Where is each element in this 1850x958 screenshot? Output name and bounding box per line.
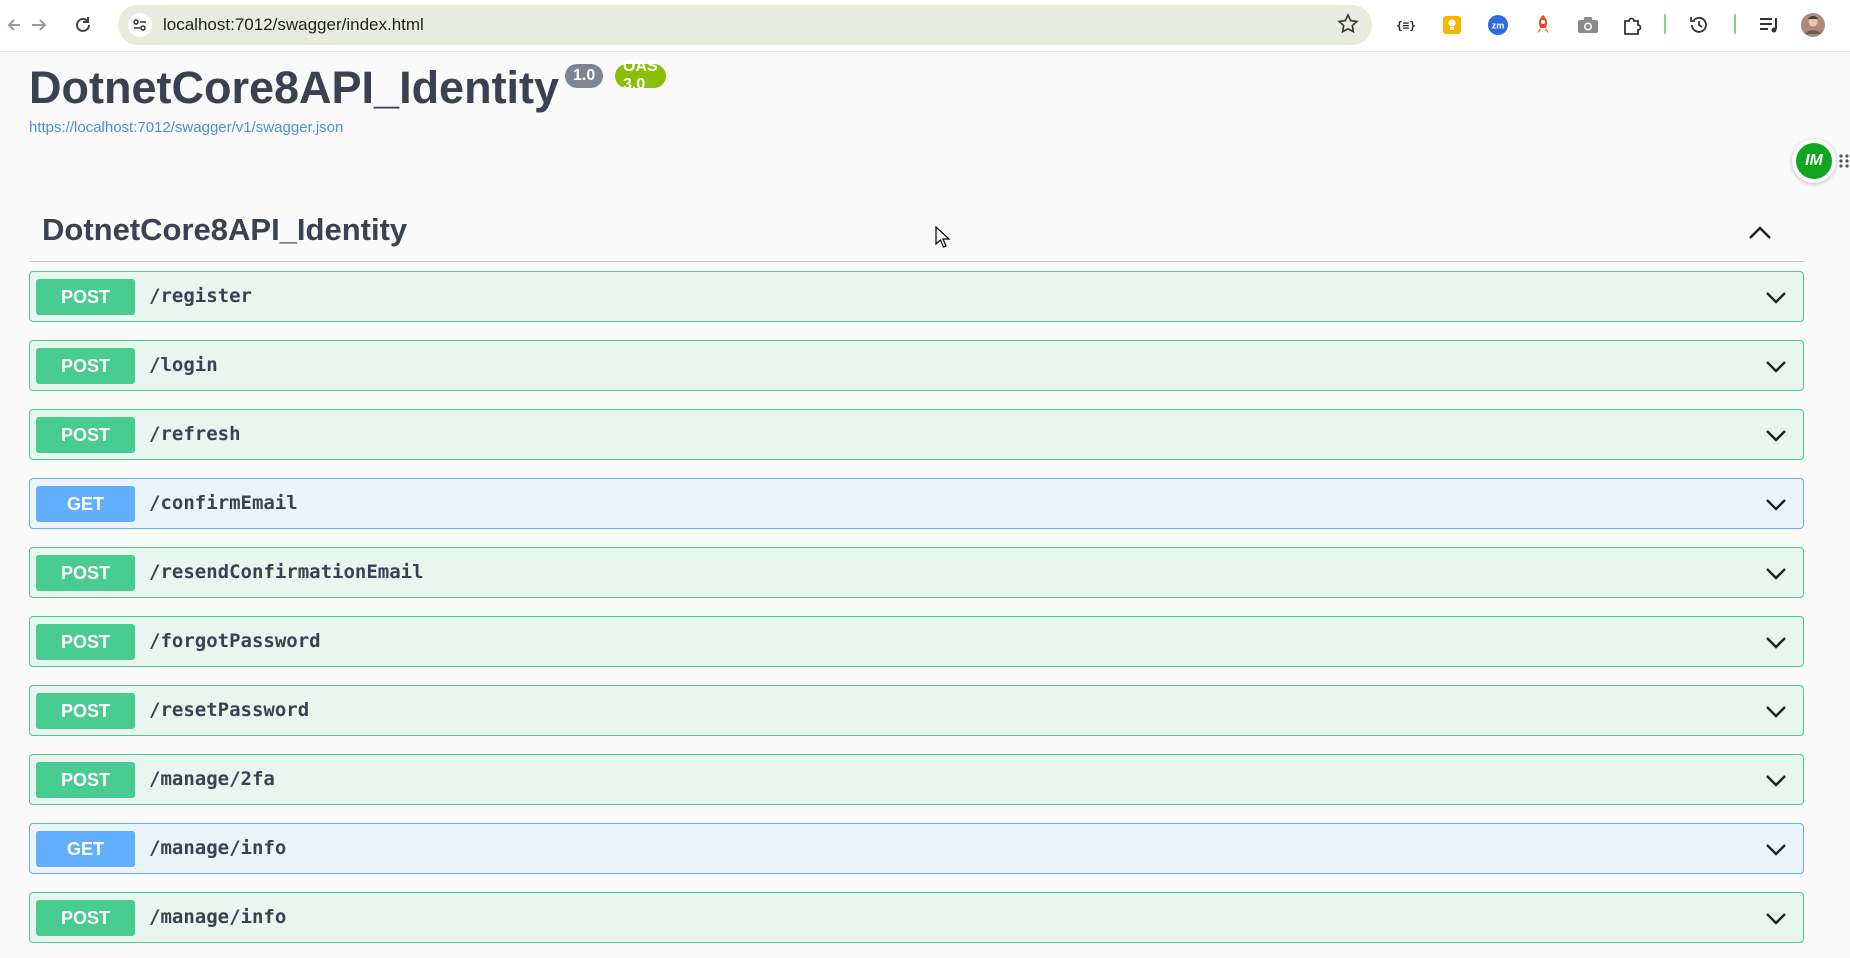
chevron-down-icon[interactable] bbox=[1763, 353, 1789, 379]
chevron-down-icon[interactable] bbox=[1763, 836, 1789, 862]
bookmark-star-icon[interactable] bbox=[1336, 12, 1360, 36]
chevron-down-icon[interactable] bbox=[1763, 491, 1789, 517]
chevron-down-icon[interactable] bbox=[1763, 284, 1789, 310]
operation-path: /forgotPassword bbox=[149, 630, 321, 652]
method-badge: POST bbox=[36, 762, 135, 798]
operation-path: /manage/2fa bbox=[149, 768, 275, 790]
operation-row[interactable]: POST/login bbox=[29, 340, 1804, 391]
operation-path: /refresh bbox=[149, 423, 241, 445]
method-badge: POST bbox=[36, 900, 135, 936]
method-badge: POST bbox=[36, 417, 135, 453]
chevron-down-icon[interactable] bbox=[1763, 560, 1789, 586]
chevron-down-icon[interactable] bbox=[1763, 698, 1789, 724]
method-badge: POST bbox=[36, 624, 135, 660]
operation-row[interactable]: POST/forgotPassword bbox=[29, 616, 1804, 667]
chevron-down-icon[interactable] bbox=[1763, 629, 1789, 655]
history-icon[interactable] bbox=[1686, 12, 1712, 38]
method-badge: POST bbox=[36, 279, 135, 315]
back-icon[interactable] bbox=[0, 12, 26, 38]
method-badge: GET bbox=[36, 831, 135, 867]
operation-path: /resetPassword bbox=[149, 699, 310, 721]
method-badge: GET bbox=[36, 486, 135, 522]
address-bar[interactable]: localhost:7012/swagger/index.html bbox=[118, 5, 1372, 45]
assistant-logo-icon: IM bbox=[1796, 143, 1832, 179]
toolbar-separator bbox=[1664, 14, 1666, 34]
operation-path: /resendConfirmationEmail bbox=[149, 561, 424, 583]
method-badge: POST bbox=[36, 555, 135, 591]
mouse-cursor-icon bbox=[935, 225, 951, 248]
version-badge: 1.0 bbox=[565, 64, 604, 88]
drag-handle-icon[interactable] bbox=[1838, 152, 1850, 170]
page-title: DotnetCore8API_Identity bbox=[29, 62, 560, 113]
operation-row[interactable]: POST/resetPassword bbox=[29, 685, 1804, 736]
floating-assistant-button[interactable]: IM bbox=[1792, 139, 1836, 183]
browser-toolbar: localhost:7012/swagger/index.html {≡} zm bbox=[0, 0, 1850, 52]
puzzle-extensions-icon[interactable] bbox=[1620, 12, 1646, 38]
api-info: DotnetCore8API_Identity 1.0 OAS 3.0 bbox=[29, 58, 666, 116]
svg-text:zm: zm bbox=[1492, 21, 1505, 31]
avatar[interactable] bbox=[1800, 12, 1826, 38]
chevron-up-icon[interactable] bbox=[1746, 219, 1774, 247]
url-text[interactable]: localhost:7012/swagger/index.html bbox=[163, 15, 424, 35]
site-info-icon[interactable] bbox=[128, 13, 152, 37]
reading-list-icon[interactable] bbox=[1756, 12, 1782, 38]
rocket-extension-icon[interactable] bbox=[1530, 12, 1556, 38]
reload-icon[interactable] bbox=[70, 12, 96, 38]
chevron-down-icon[interactable] bbox=[1763, 767, 1789, 793]
method-badge: POST bbox=[36, 348, 135, 384]
operation-row[interactable]: POST/register bbox=[29, 271, 1804, 322]
tag-title: DotnetCore8API_Identity bbox=[42, 212, 408, 247]
operation-row[interactable]: POST/manage/2fa bbox=[29, 754, 1804, 805]
method-badge: POST bbox=[36, 693, 135, 729]
operation-row[interactable]: POST/manage/info bbox=[29, 892, 1804, 943]
operation-row[interactable]: POST/refresh bbox=[29, 409, 1804, 460]
operation-row[interactable]: POST/resendConfirmationEmail bbox=[29, 547, 1804, 598]
operation-path: /register bbox=[149, 285, 252, 307]
operation-path: /login bbox=[149, 354, 218, 376]
toolbar-separator bbox=[1734, 14, 1736, 34]
chevron-down-icon[interactable] bbox=[1763, 422, 1789, 448]
operation-row[interactable]: GET/manage/info bbox=[29, 823, 1804, 874]
camera-icon[interactable] bbox=[1575, 12, 1601, 38]
oas-badge: OAS 3.0 bbox=[615, 58, 666, 93]
operation-row[interactable]: GET/confirmEmail bbox=[29, 478, 1804, 529]
chevron-down-icon[interactable] bbox=[1763, 905, 1789, 931]
zoom-icon[interactable]: zm bbox=[1485, 12, 1511, 38]
operation-path: /confirmEmail bbox=[149, 492, 298, 514]
operation-path: /manage/info bbox=[149, 837, 287, 859]
operation-path: /manage/info bbox=[149, 906, 287, 928]
forward-icon[interactable] bbox=[26, 12, 52, 38]
json-formatter-icon[interactable]: {≡} bbox=[1393, 12, 1419, 38]
keep-notes-icon[interactable] bbox=[1439, 12, 1465, 38]
swagger-json-link[interactable]: https://localhost:7012/swagger/v1/swagge… bbox=[29, 119, 343, 136]
tag-section-header[interactable]: DotnetCore8API_Identity bbox=[29, 205, 1804, 262]
